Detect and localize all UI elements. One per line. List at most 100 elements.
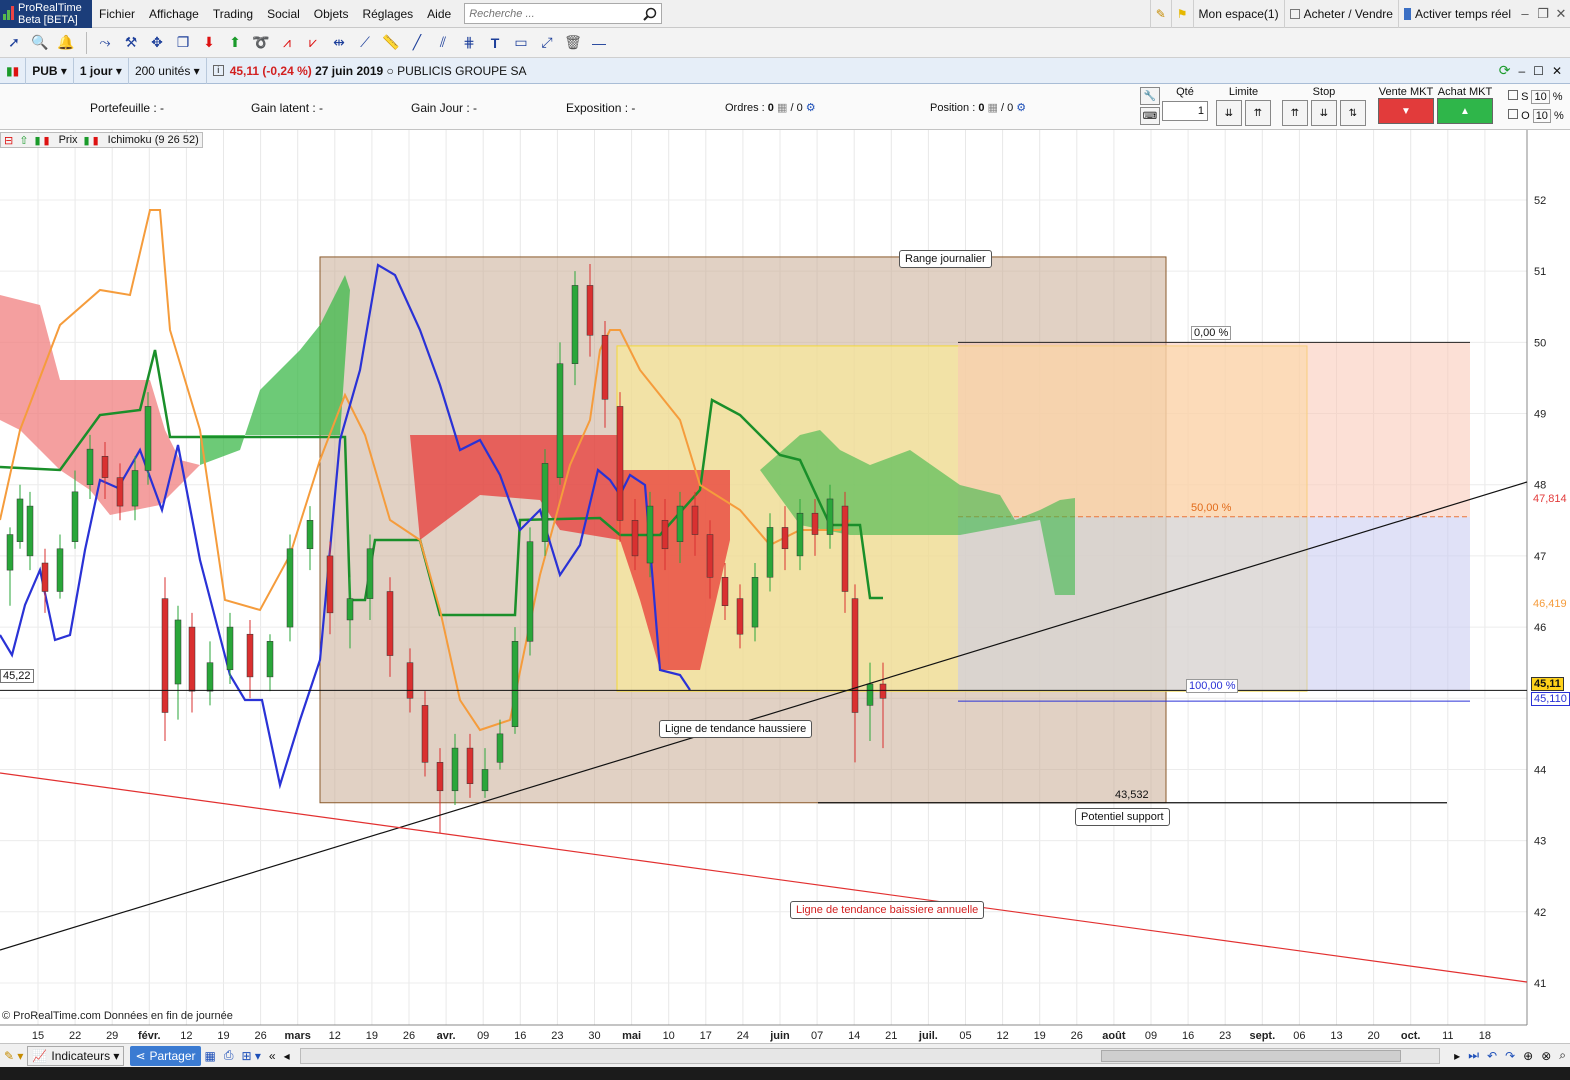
- s-pct-field[interactable]: 10: [1531, 90, 1550, 104]
- time-scrollbar[interactable]: [299, 1047, 1441, 1064]
- keyboard-icon[interactable]: ⌨: [1140, 107, 1160, 125]
- zoom-icon[interactable]: 🔍: [28, 31, 52, 55]
- pen-icon[interactable]: ✎: [1149, 0, 1171, 28]
- rectangle-icon[interactable]: ▭: [509, 31, 533, 55]
- hline-icon[interactable]: —: [587, 31, 611, 55]
- realtime-button[interactable]: Activer temps réel: [1397, 0, 1516, 28]
- minimize-icon[interactable]: –: [1516, 6, 1534, 21]
- delete-icon[interactable]: 🗑: [561, 31, 585, 55]
- chart-canvas[interactable]: 525150494847464544434241152229févr.12192…: [0, 130, 1570, 1043]
- pattern2-icon[interactable]: ⩗: [301, 31, 325, 55]
- restore-icon[interactable]: ❐: [1534, 6, 1552, 22]
- copy-icon[interactable]: ❐: [171, 31, 195, 55]
- quantity-field[interactable]: 1: [1162, 101, 1208, 121]
- position-gear-icon[interactable]: ⚙: [1016, 102, 1026, 114]
- search-icon[interactable]: [643, 7, 657, 21]
- redo-icon[interactable]: ↷: [1501, 1044, 1519, 1068]
- zoom-out-icon[interactable]: ⊗: [1537, 1044, 1555, 1068]
- menu-aide[interactable]: Aide: [420, 7, 458, 21]
- hammer-icon[interactable]: ⚒: [119, 31, 143, 55]
- buy-market-button[interactable]: ▲: [1437, 98, 1493, 124]
- fibonacci-icon[interactable]: ⋕: [457, 31, 481, 55]
- move-icon[interactable]: ✥: [145, 31, 169, 55]
- legend-ichimoku[interactable]: Ichimoku (9 26 52): [105, 134, 202, 146]
- orders-list-icon[interactable]: ▦: [777, 102, 787, 114]
- measure-icon[interactable]: ⤢: [535, 31, 559, 55]
- o-pct-field[interactable]: 10: [1532, 109, 1551, 123]
- candle-body: [26, 505, 34, 557]
- search-box[interactable]: [464, 3, 663, 24]
- indicators-button[interactable]: 📈 Indicateurs ▾: [27, 1045, 125, 1066]
- segment-icon[interactable]: ⟋: [353, 31, 377, 55]
- order-tools: 🔧 ⌨: [1140, 87, 1160, 127]
- position-label: Position :: [930, 102, 976, 114]
- stop-sell-button[interactable]: ⇊: [1311, 100, 1337, 126]
- legend-collapse-icon[interactable]: ⊟: [1, 134, 16, 147]
- position-list-icon[interactable]: ▦: [988, 102, 998, 114]
- my-space-button[interactable]: Mon espace(1): [1192, 0, 1284, 28]
- line-icon[interactable]: ╱: [405, 31, 429, 55]
- menu-fichier[interactable]: Fichier: [92, 7, 142, 21]
- support-annotation[interactable]: Potentiel support: [1075, 808, 1170, 826]
- zoom-in-icon[interactable]: ⊕: [1519, 1044, 1537, 1068]
- scrollbar-thumb[interactable]: [1100, 1049, 1401, 1062]
- crosshair-icon[interactable]: ⊞ ▾: [237, 1044, 264, 1068]
- indicators-icon: 📈: [32, 1048, 48, 1063]
- scroll-left-icon[interactable]: «: [265, 1044, 280, 1068]
- sell-market-button[interactable]: ▼: [1378, 98, 1434, 124]
- undo-icon[interactable]: ↶: [1483, 1044, 1501, 1068]
- info-icon[interactable]: i: [212, 65, 224, 76]
- close-chart-icon[interactable]: ✕: [1552, 64, 1562, 78]
- chart-layout-icon[interactable]: ▦: [201, 1044, 220, 1068]
- candle-type-icon[interactable]: ▮ ▮: [0, 57, 27, 84]
- menu-objets[interactable]: Objets: [307, 7, 356, 21]
- reset-zoom-icon[interactable]: ⌕: [1555, 1044, 1570, 1068]
- share-button[interactable]: ⋖ Partager: [130, 1045, 201, 1066]
- screenshot-icon[interactable]: ⎙: [220, 1044, 238, 1068]
- step-right-icon[interactable]: ▸: [1450, 1044, 1464, 1068]
- menu-reglages[interactable]: Réglages: [355, 7, 420, 21]
- jump-end-icon[interactable]: ⏭: [1464, 1044, 1483, 1068]
- range-annotation[interactable]: Range journalier: [899, 250, 992, 268]
- period-select[interactable]: 1 jour ▾: [74, 57, 129, 84]
- limit-sell-button[interactable]: ⇈: [1245, 100, 1271, 126]
- lasso-icon[interactable]: ➰: [249, 31, 273, 55]
- channel-icon[interactable]: ⫽: [431, 31, 455, 55]
- refresh-icon[interactable]: ⟳: [1499, 62, 1511, 79]
- s-checkbox[interactable]: [1508, 90, 1518, 100]
- step-left-icon[interactable]: ◂: [280, 1044, 294, 1068]
- ticker-select[interactable]: PUB ▾: [26, 57, 74, 84]
- arrows-icon[interactable]: ⇹: [327, 31, 351, 55]
- stop-buy-button[interactable]: ⇈: [1282, 100, 1308, 126]
- minimize-chart-icon[interactable]: –: [1518, 64, 1525, 78]
- pattern-icon[interactable]: ⩘: [275, 31, 299, 55]
- alert-bell-icon[interactable]: 🔔: [54, 31, 78, 55]
- ruler-icon[interactable]: 📏: [379, 31, 403, 55]
- maximize-chart-icon[interactable]: ☐: [1533, 64, 1544, 78]
- menu-affichage[interactable]: Affichage: [142, 7, 206, 21]
- uptrend-annotation[interactable]: Ligne de tendance haussiere: [659, 720, 813, 738]
- o-checkbox[interactable]: [1508, 109, 1518, 119]
- downtrend-annotation[interactable]: Ligne de tendance baissiere annuelle: [790, 901, 985, 919]
- arrow-up-icon[interactable]: ⬆: [223, 31, 247, 55]
- flag-icon[interactable]: ⚑: [1170, 0, 1193, 28]
- orders-gear-icon[interactable]: ⚙: [806, 102, 816, 114]
- menu-trading[interactable]: Trading: [206, 7, 260, 21]
- units-select[interactable]: 200 unités ▾: [129, 57, 207, 84]
- arrow-down-icon[interactable]: ⬇: [197, 31, 221, 55]
- menu-social[interactable]: Social: [260, 7, 307, 21]
- trend-tool-icon[interactable]: ⤳: [93, 31, 117, 55]
- wrench-icon[interactable]: 🔧: [1140, 87, 1160, 105]
- pen-tool-icon[interactable]: ✎ ▾: [0, 1044, 27, 1068]
- text-icon[interactable]: T: [483, 31, 507, 55]
- price-chart[interactable]: 525150494847464544434241152229févr.12192…: [0, 130, 1570, 1043]
- close-icon[interactable]: ✕: [1552, 6, 1570, 22]
- stop-trail-button[interactable]: ⇅: [1340, 100, 1366, 126]
- y-tick-label: 46: [1534, 622, 1546, 634]
- buy-sell-button[interactable]: Acheter / Vendre: [1283, 0, 1398, 28]
- limit-buy-button[interactable]: ⇊: [1216, 100, 1242, 126]
- legend-up-icon[interactable]: ⇧: [16, 134, 31, 147]
- search-input[interactable]: [469, 7, 640, 20]
- legend-price[interactable]: Prix: [56, 134, 81, 146]
- cursor-icon[interactable]: ➚: [2, 31, 26, 55]
